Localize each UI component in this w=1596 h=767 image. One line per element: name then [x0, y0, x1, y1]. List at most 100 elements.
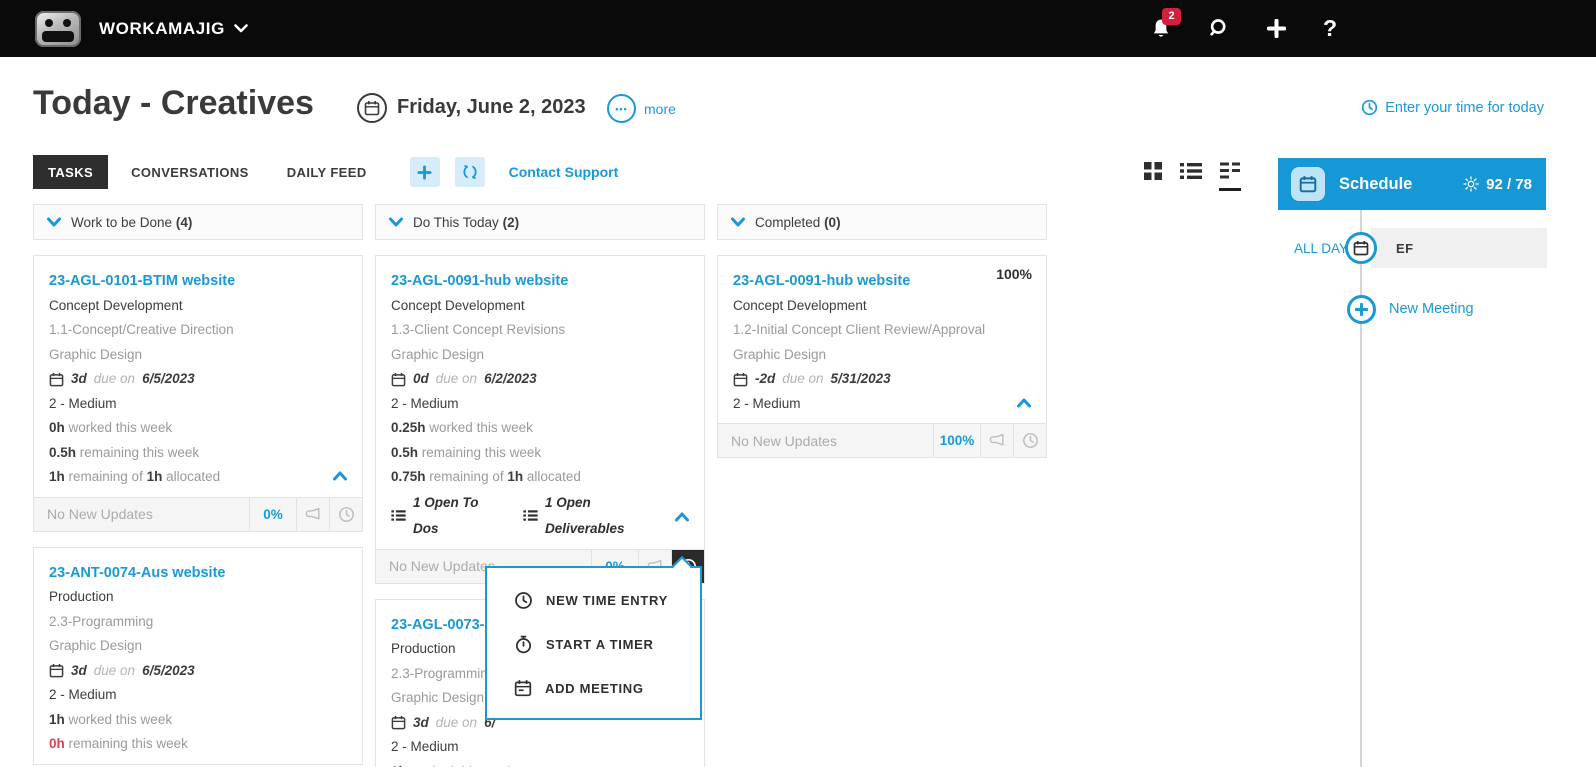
update-input[interactable]: No New Updates: [34, 498, 249, 531]
column-title: Do This Today: [413, 214, 499, 230]
toolbar: TASKS CONVERSATIONS DAILY FEED Contact S…: [33, 155, 618, 189]
task-label: 1.1-Concept/Creative Direction: [49, 322, 234, 337]
top-nav-bar: WORKAMAJIG 2 ?: [0, 0, 1596, 57]
hours-line: 0.5h remaining this week: [49, 444, 200, 460]
time-menu-button[interactable]: [329, 497, 362, 531]
percent-complete-button[interactable]: 100%: [933, 424, 980, 457]
calendar-circle-icon[interactable]: [357, 93, 387, 123]
card-footer: No New Updates 0%: [34, 496, 362, 531]
workamajig-logo-icon[interactable]: [35, 10, 81, 47]
column-header[interactable]: Work to be Done (4): [33, 204, 363, 240]
schedule-panel-header[interactable]: Schedule 92 / 78: [1278, 158, 1546, 210]
page-title: Today - Creatives: [33, 84, 314, 122]
calendar-icon: [49, 663, 64, 678]
brand-label: WORKAMAJIG: [99, 18, 225, 38]
more-options-button[interactable]: •••: [607, 94, 636, 123]
project-link[interactable]: 23-AGL-0091-hub website: [733, 269, 1031, 294]
more-label[interactable]: more: [644, 101, 676, 117]
sun-icon: [1463, 176, 1479, 192]
notifications-button[interactable]: 2: [1150, 7, 1181, 41]
service-label: Graphic Design: [49, 346, 143, 362]
menu-item-new-time-entry[interactable]: NEW TIME ENTRY: [487, 586, 700, 614]
column-title: Work to be Done: [71, 214, 173, 230]
collapse-chevron-up-icon[interactable]: [333, 471, 347, 481]
completion-percent: 100%: [996, 266, 1032, 282]
question-mark-icon: ?: [1323, 14, 1338, 41]
task-label: 2.3-Programming: [49, 613, 154, 629]
priority-label: 2 - Medium: [391, 395, 459, 411]
grid-view-icon[interactable]: [1143, 161, 1163, 191]
column-count: (4): [175, 214, 193, 230]
tab-tasks[interactable]: TASKS: [33, 155, 109, 189]
menu-item-start-a-timer[interactable]: START A TIMER: [487, 630, 700, 658]
hours-line: 0.25h worked this week: [391, 420, 533, 435]
column-count: (2): [502, 214, 520, 230]
chevron-down-icon: [47, 217, 61, 227]
task-card: 100% 23-AGL-0091-hub website Concept Dev…: [717, 255, 1047, 458]
collapse-chevron-up-icon[interactable]: [1017, 398, 1031, 408]
quick-add-button[interactable]: [1267, 19, 1286, 38]
new-meeting-plus-icon[interactable]: [1347, 295, 1376, 324]
due-days: 3d: [413, 714, 429, 730]
refresh-button[interactable]: [454, 157, 485, 187]
menu-item-add-meeting[interactable]: ADD MEETING: [487, 674, 700, 702]
column-view-icon[interactable]: [1219, 161, 1241, 191]
schedule-timeline: [1360, 210, 1362, 767]
project-link[interactable]: 23-ANT-0074-Aus website: [49, 561, 347, 586]
due-date: 6/5/2023: [142, 662, 195, 678]
notification-badge: 2: [1162, 7, 1181, 25]
column-count: (0): [824, 214, 841, 230]
calendar-icon: [514, 679, 532, 697]
event-calendar-icon[interactable]: [1345, 232, 1377, 264]
card-footer: No New Updates 100%: [718, 423, 1046, 457]
tab-conversations[interactable]: CONVERSATIONS: [116, 155, 264, 189]
clock-icon: [1361, 99, 1378, 116]
due-date: 6/2/2023: [484, 371, 537, 386]
due-on-label: due on: [435, 714, 478, 730]
megaphone-icon[interactable]: [980, 424, 1013, 457]
new-meeting-link[interactable]: New Meeting: [1389, 301, 1474, 317]
calendar-icon: [391, 715, 406, 730]
percent-complete-button[interactable]: 0%: [249, 497, 296, 531]
update-input[interactable]: No New Updates: [718, 424, 933, 457]
add-task-button[interactable]: [409, 157, 440, 187]
hours-line: 1h worked this week: [49, 711, 173, 727]
open-items-row: 1 Open To Dos 1 Open Deliverables: [391, 490, 689, 542]
column-header[interactable]: Completed (0): [717, 204, 1047, 240]
current-date: Friday, June 2, 2023: [397, 96, 586, 118]
megaphone-icon[interactable]: [296, 497, 329, 531]
due-row: 3d due on 6/5/2023: [49, 659, 347, 684]
collapse-chevron-up-icon[interactable]: [675, 512, 689, 522]
due-days: 0d: [413, 371, 429, 386]
ellipsis-icon: •••: [615, 103, 628, 114]
project-link[interactable]: 23-AGL-0101-BTIM website: [49, 269, 347, 294]
phase-label: Production: [49, 589, 114, 604]
service-label: Graphic Design: [733, 346, 827, 362]
refresh-icon: [462, 164, 478, 180]
help-button[interactable]: ?: [1323, 14, 1338, 41]
time-menu-button[interactable]: [1013, 424, 1046, 457]
chevron-down-icon: [234, 24, 248, 33]
task-card: 23-AGL-0101-BTIM website Concept Develop…: [33, 255, 363, 532]
calendar-icon: [391, 372, 406, 387]
search-icon: [1209, 18, 1230, 39]
search-button[interactable]: [1209, 18, 1230, 39]
enter-time-link[interactable]: Enter your time for today: [1361, 99, 1544, 116]
open-todos-link[interactable]: 1 Open To Dos: [413, 490, 503, 542]
column-completed: Completed (0) 100% 23-AGL-0091-hub websi…: [717, 204, 1047, 458]
due-days: 3d: [71, 371, 87, 386]
tab-daily-feed[interactable]: DAILY FEED: [272, 155, 382, 189]
contact-support-link[interactable]: Contact Support: [509, 164, 619, 180]
all-day-event[interactable]: EF: [1371, 228, 1547, 268]
service-label: Graphic Design: [391, 346, 485, 362]
plus-icon: [417, 164, 432, 180]
priority-label: 2 - Medium: [733, 392, 1031, 417]
column-title: Completed: [755, 214, 821, 230]
clock-icon: [1022, 432, 1039, 449]
project-link[interactable]: 23-AGL-0091-hub website: [391, 269, 689, 294]
open-deliverables-link[interactable]: 1 Open Deliverables: [545, 490, 668, 542]
list-view-icon[interactable]: [1180, 161, 1202, 191]
due-row: 0d due on 6/2/2023: [391, 367, 689, 392]
column-header[interactable]: Do This Today (2): [375, 204, 705, 240]
brand-menu[interactable]: WORKAMAJIG: [99, 19, 248, 39]
